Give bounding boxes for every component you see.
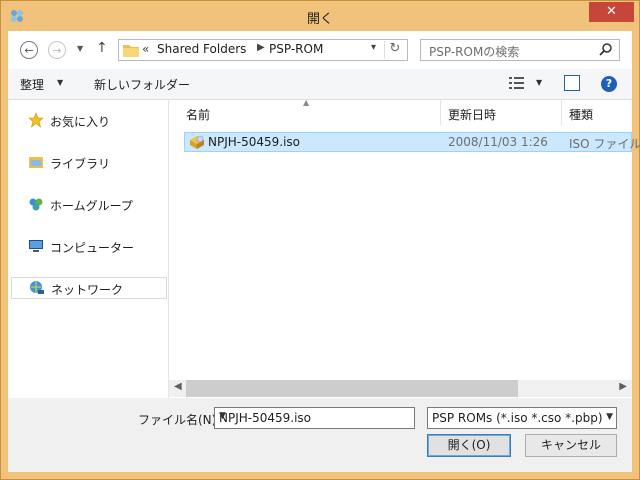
address-dropdown-icon[interactable]: ▾: [371, 42, 376, 53]
cancel-button[interactable]: キャンセル: [525, 434, 617, 457]
file-type-filter[interactable]: PSP ROMs (*.iso *.cso *.pbp) ▼: [427, 407, 617, 429]
sidebar-item-label: ネットワーク: [51, 283, 124, 297]
filename-label: ファイル名(N):: [138, 413, 221, 427]
iso-file-icon: [190, 135, 204, 149]
view-options-icon[interactable]: [508, 75, 526, 91]
sidebar-item-label: コンピューター: [50, 241, 135, 255]
refresh-button[interactable]: ↻: [384, 41, 405, 59]
sidebar-item-label: ホームグループ: [50, 199, 133, 213]
file-date: 2008/11/03 1:26: [448, 135, 548, 149]
table-row[interactable]: NPJH-50459.iso 2008/11/03 1:26 ISO ファイル: [184, 132, 640, 152]
sidebar-item-computer[interactable]: コンピューター: [8, 236, 166, 256]
column-header-type[interactable]: 種類: [561, 100, 633, 125]
breadcrumb-overflow[interactable]: «: [142, 42, 149, 56]
refresh-icon: ↻: [389, 41, 401, 56]
file-name: NPJH-50459.iso: [208, 135, 301, 149]
star-icon: [28, 112, 44, 128]
sidebar-item-label: お気に入り: [50, 115, 111, 129]
title-bar[interactable]: 開く ✕: [1, 1, 639, 31]
folder-icon: [123, 45, 139, 57]
navigation-bar: ← → ▼ ↑ « Shared Folders ▶ PSP-ROM ▾ ↻ P…: [8, 31, 632, 69]
forward-button[interactable]: →: [48, 41, 66, 59]
up-button[interactable]: ↑: [96, 40, 108, 56]
window-title: 開く: [306, 12, 333, 27]
back-button[interactable]: ←: [20, 41, 38, 59]
horizontal-scrollbar[interactable]: ◀ ▶: [169, 380, 632, 397]
forward-arrow-icon: →: [52, 44, 62, 57]
up-arrow-icon: ↑: [96, 40, 108, 56]
sidebar-item-libraries[interactable]: ライブラリ: [8, 152, 166, 172]
dialog-footer: ファイル名(N): NPJH-50459.iso ▼ PSP ROMs (*.i…: [8, 398, 632, 472]
open-dialog: 開く ✕ ← → ▼ ↑ « Shared Folders ▶ PSP-ROM …: [0, 0, 640, 480]
column-header-name[interactable]: 名前 ▲: [169, 98, 439, 125]
column-header-label: 名前: [186, 108, 211, 122]
scroll-right-icon[interactable]: ▶: [619, 381, 627, 392]
sidebar-item-network[interactable]: ネットワーク: [11, 277, 167, 299]
sidebar-item-favorites[interactable]: お気に入り: [8, 110, 166, 130]
file-type: ISO ファイル: [569, 137, 640, 151]
breadcrumb-separator-icon[interactable]: ▶: [257, 42, 265, 53]
navigation-pane: お気に入り ライブラリ ホームグループ コンピューター ネットワーク: [8, 100, 169, 398]
homegroup-icon: [29, 198, 43, 211]
column-header-date[interactable]: 更新日時: [440, 100, 562, 125]
back-arrow-icon: ←: [24, 44, 34, 57]
open-button[interactable]: 開く(O): [427, 434, 511, 457]
dialog-body: ← → ▼ ↑ « Shared Folders ▶ PSP-ROM ▾ ↻ P…: [8, 31, 640, 472]
search-box[interactable]: PSP-ROMの検索: [420, 39, 620, 61]
command-toolbar: 整理 ▼ 新しいフォルダー ▼ ?: [8, 69, 632, 100]
file-type-filter-value: PSP ROMs (*.iso *.cso *.pbp): [432, 411, 603, 425]
recent-locations-dropdown[interactable]: ▼: [77, 44, 83, 53]
column-header-label: 種類: [569, 108, 594, 122]
filename-combobox[interactable]: NPJH-50459.iso ▼: [214, 407, 415, 429]
close-button[interactable]: ✕: [589, 2, 634, 22]
breadcrumb-psp-rom[interactable]: PSP-ROM: [269, 42, 323, 56]
search-input[interactable]: PSP-ROMの検索: [429, 43, 519, 60]
network-icon: [30, 281, 44, 294]
help-icon[interactable]: ?: [601, 76, 617, 92]
chevron-down-icon[interactable]: ▼: [604, 412, 613, 422]
chevron-down-icon[interactable]: ▼: [219, 411, 411, 421]
file-list: 名前 ▲ 更新日時 種類 NPJH-50459.iso 2008/11/03 1…: [169, 98, 640, 398]
new-folder-button[interactable]: 新しいフォルダー: [94, 76, 190, 93]
sidebar-item-homegroup[interactable]: ホームグループ: [8, 194, 166, 214]
breadcrumb-shared-folders[interactable]: Shared Folders: [157, 42, 246, 56]
sidebar-item-label: ライブラリ: [50, 157, 111, 171]
scrollbar-thumb[interactable]: [186, 380, 518, 397]
organize-dropdown-icon[interactable]: ▼: [57, 78, 63, 87]
search-icon[interactable]: [599, 42, 613, 56]
scroll-left-icon[interactable]: ◀: [174, 381, 182, 392]
view-dropdown-icon[interactable]: ▼: [536, 78, 542, 87]
column-header-label: 更新日時: [448, 108, 497, 122]
sort-ascending-icon: ▲: [303, 98, 310, 107]
organize-button[interactable]: 整理: [20, 76, 44, 93]
preview-pane-icon[interactable]: [564, 75, 580, 91]
computer-icon: [29, 240, 43, 252]
library-icon: [29, 157, 43, 168]
close-icon: ✕: [606, 4, 617, 19]
address-bar[interactable]: « Shared Folders ▶ PSP-ROM ▾ ↻: [118, 39, 408, 61]
